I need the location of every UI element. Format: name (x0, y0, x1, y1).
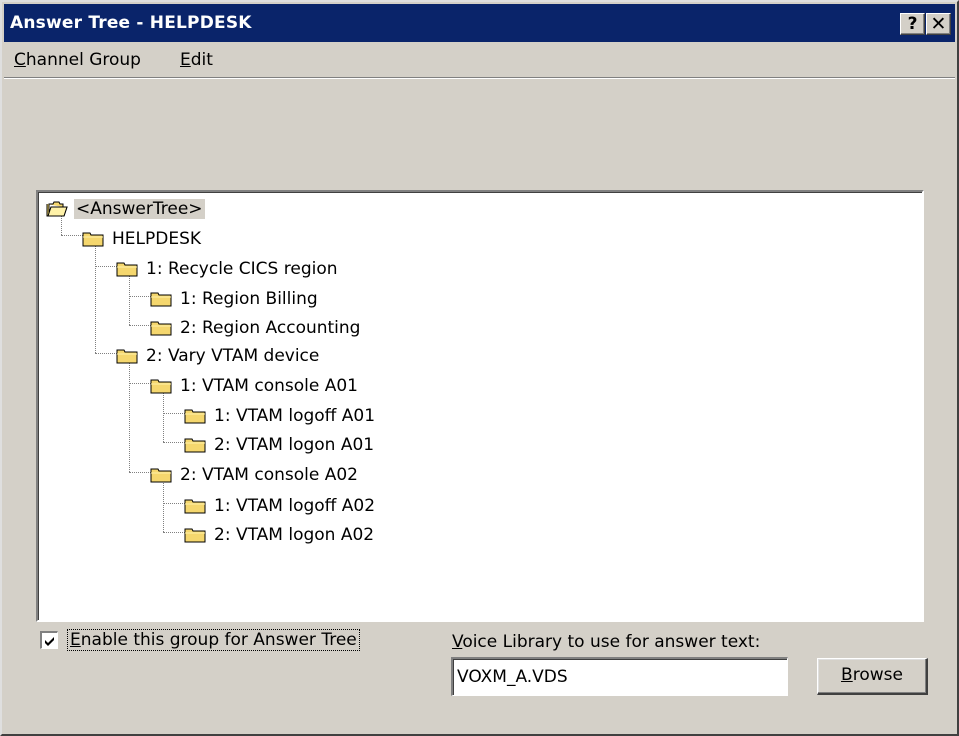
tree-connector (163, 442, 185, 443)
browse-button[interactable]: Browse (817, 658, 928, 695)
tree-node-vtam-logon-a02[interactable]: 2: VTAM logon A02 (184, 522, 376, 548)
folder-icon (184, 499, 206, 514)
enable-answer-tree-option[interactable]: Enable this group for Answer Tree (40, 629, 360, 651)
tree-node-label: <AnswerTree> (74, 199, 205, 219)
title-bar[interactable]: Answer Tree - HELPDESK ? ✕ (4, 4, 955, 42)
tree-node-vtam-logoff-a02[interactable]: 1: VTAM logoff A02 (184, 493, 377, 519)
folder-icon (184, 409, 206, 424)
tree-connector (95, 244, 96, 353)
folder-icon (150, 379, 172, 394)
folder-icon (184, 438, 206, 453)
menu-bar: Channel Group Edit (4, 44, 955, 78)
window-title: Answer Tree - HELPDESK (10, 13, 252, 33)
tree-node-vtam-console-a02[interactable]: 2: VTAM console A02 (150, 462, 360, 488)
enable-answer-tree-label: Enable this group for Answer Tree (67, 629, 360, 651)
answer-tree-view[interactable]: <AnswerTree> HELPDESK 1: Recycle CICS re… (36, 190, 924, 622)
tree-node-label: 1: VTAM console A01 (180, 376, 358, 396)
tree-node-label: 2: Region Accounting (180, 318, 361, 338)
tree-node-vtam-logoff-a01[interactable]: 1: VTAM logoff A01 (184, 403, 377, 429)
tree-connector (95, 266, 117, 267)
tree-node-vtam-logon-a01[interactable]: 2: VTAM logon A01 (184, 432, 376, 458)
enable-answer-tree-checkbox[interactable] (40, 631, 58, 649)
folder-icon (150, 468, 172, 483)
tree-connector (129, 296, 151, 297)
tree-connector (163, 503, 185, 504)
checkmark-icon (45, 637, 54, 646)
tree-connector (163, 392, 164, 442)
tree-node-region-billing[interactable]: 1: Region Billing (150, 286, 320, 312)
tree-node-root[interactable]: <AnswerTree> (46, 196, 205, 222)
answer-tree-dialog: Answer Tree - HELPDESK ? ✕ Channel Group… (0, 0, 959, 736)
tree-connector (129, 383, 151, 384)
tree-node-vtam-console-a01[interactable]: 1: VTAM console A01 (150, 373, 360, 399)
tree-node-label: 2: VTAM logon A02 (214, 525, 375, 545)
voice-library-field[interactable]: VOXM_A.VDS (451, 657, 788, 696)
open-folder-icon (46, 201, 68, 217)
folder-icon (150, 292, 172, 307)
tree-node-helpdesk[interactable]: HELPDESK (82, 226, 203, 252)
folder-icon (184, 528, 206, 543)
tree-connector (129, 275, 130, 325)
voice-library-label: Voice Library to use for answer text: (452, 632, 761, 652)
tree-connector (163, 481, 164, 532)
tree-node-label: 1: VTAM logoff A02 (214, 496, 376, 516)
tree-node-label: 2: VTAM logon A01 (214, 435, 375, 455)
menu-edit[interactable]: Edit (180, 50, 213, 70)
tree-node-label: 1: Region Billing (180, 289, 318, 309)
tree-connector (163, 532, 185, 533)
tree-node-label: 1: VTAM logoff A01 (214, 406, 376, 426)
tree-connector (61, 235, 83, 236)
tree-connector (95, 353, 117, 354)
folder-icon (116, 262, 138, 277)
tree-connector (163, 413, 185, 414)
tree-node-label: 1: Recycle CICS region (146, 259, 338, 279)
help-button[interactable]: ? (900, 13, 925, 35)
folder-icon (82, 232, 104, 247)
tree-node-vary-vtam[interactable]: 2: Vary VTAM device (116, 343, 321, 369)
folder-icon (150, 321, 172, 336)
folder-icon (116, 349, 138, 364)
tree-node-label: 2: Vary VTAM device (146, 346, 320, 366)
tree-connector (129, 472, 151, 473)
tree-node-label: 2: VTAM console A02 (180, 465, 358, 485)
tree-node-region-accounting[interactable]: 2: Region Accounting (150, 315, 362, 341)
menu-channel-group[interactable]: Channel Group (14, 50, 141, 70)
close-button[interactable]: ✕ (926, 13, 951, 35)
tree-node-recycle-cics[interactable]: 1: Recycle CICS region (116, 256, 340, 282)
tree-node-label: HELPDESK (112, 229, 202, 249)
tree-connector (129, 362, 130, 472)
tree-connector (129, 325, 151, 326)
menu-separator (4, 78, 955, 79)
